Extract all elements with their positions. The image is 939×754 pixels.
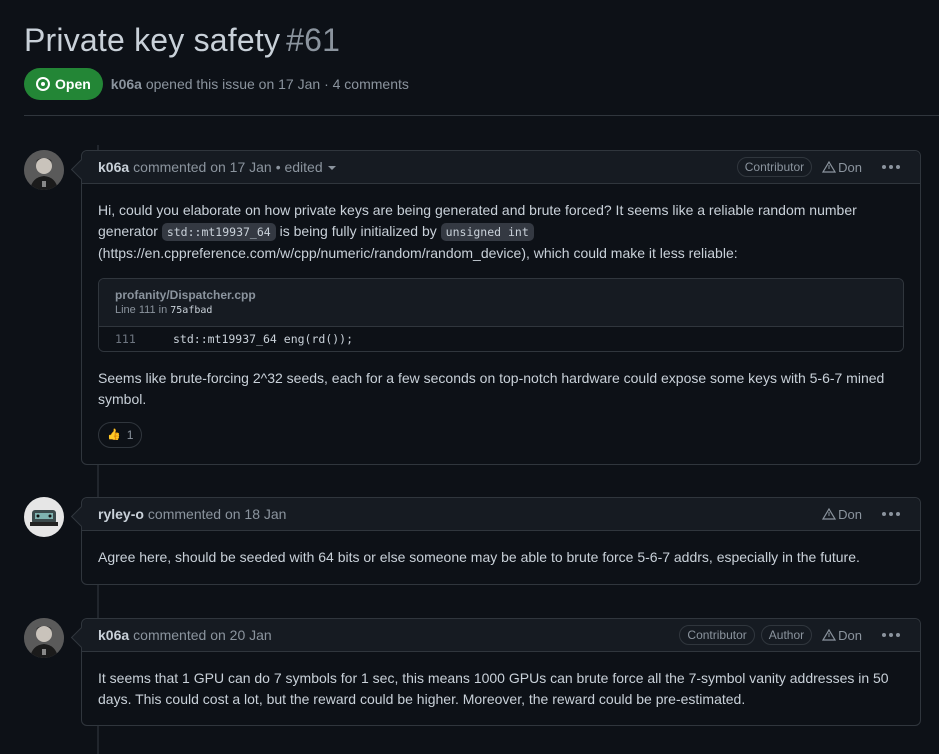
comment-header: k06a commented on 17 Jan • edited Contri… (82, 151, 920, 184)
avatar[interactable] (24, 618, 64, 658)
snippet-file-link[interactable]: profanity/Dispatcher.cpp (115, 287, 887, 303)
don-extension[interactable]: Don (822, 160, 862, 175)
thumbs-up-icon: 👍 (107, 428, 121, 441)
contributor-label: Contributor (679, 625, 755, 645)
comment-options-icon[interactable] (882, 633, 900, 637)
comment-timestamp[interactable]: commented on 20 Jan (133, 627, 272, 643)
status-badge-label: Open (55, 76, 91, 92)
comment-author[interactable]: k06a (98, 627, 129, 643)
status-badge: Open (24, 68, 103, 100)
line-number[interactable]: 111 (99, 329, 159, 350)
issue-status-row: Open k06a opened this issue on 17 Jan · … (24, 68, 409, 100)
comment-timestamp[interactable]: commented on 17 Jan (133, 159, 272, 175)
reaction-button[interactable]: 👍 1 (98, 422, 143, 448)
snippet-header: profanity/Dispatcher.cpp Line 111 in 75a… (99, 279, 903, 327)
comment-paragraph: It seems that 1 GPU can do 7 symbols for… (98, 670, 889, 707)
issue-opened-icon (36, 77, 50, 91)
comment-author[interactable]: ryley-o (98, 506, 144, 522)
comment-header: k06a commented on 20 Jan Contributor Aut… (82, 619, 920, 652)
avatar-k06a-icon (24, 150, 64, 190)
edited-dropdown[interactable]: • edited (276, 159, 336, 175)
comment-body: Hi, could you elaborate on how private k… (82, 184, 920, 464)
comment-paragraph: Hi, could you elaborate on how private k… (98, 202, 857, 261)
comment-1: k06a commented on 17 Jan • edited Contri… (24, 150, 921, 465)
comment-author[interactable]: k06a (98, 159, 129, 175)
inline-code: unsigned int (440, 223, 534, 241)
avatar[interactable] (24, 150, 64, 190)
reaction-count: 1 (126, 427, 134, 442)
avatar-ryley-o-icon (24, 497, 64, 537)
comment-box: k06a commented on 17 Jan • edited Contri… (81, 150, 921, 465)
code-snippet: profanity/Dispatcher.cpp Line 111 in 75a… (98, 278, 904, 352)
comment-options-icon[interactable] (882, 512, 900, 516)
comment-body: It seems that 1 GPU can do 7 symbols for… (82, 652, 920, 726)
chevron-down-icon (327, 166, 336, 171)
header-divider (24, 115, 939, 116)
commit-sha-link[interactable]: 75afbad (170, 305, 212, 316)
don-extension[interactable]: Don (822, 628, 862, 643)
snippet-line-info: Line 111 in 75afbad (115, 304, 213, 316)
comment-paragraph: Seems like brute-forcing 2^32 seeds, eac… (98, 370, 885, 407)
avatar[interactable] (24, 497, 64, 537)
snippet-code-row: 111 std::mt19937_64 eng(rd()); (99, 327, 903, 351)
comment-paragraph: Agree here, should be seeded with 64 bit… (98, 549, 860, 565)
comment-box: ryley-o commented on 18 Jan Don Agree he… (81, 497, 921, 585)
issue-meta: opened this issue on 17 Jan · 4 comments (145, 76, 409, 92)
issue-author-link[interactable]: k06a (111, 76, 142, 92)
warning-triangle-icon (822, 161, 837, 173)
comment-2: ryley-o commented on 18 Jan Don Agree he… (24, 497, 921, 585)
don-extension[interactable]: Don (822, 507, 862, 522)
avatar-k06a-icon (24, 618, 64, 658)
cppreference-link[interactable]: (https://en.cppreference.com/w/cpp/numer… (98, 245, 738, 261)
warning-triangle-icon (822, 629, 837, 641)
comment-box: k06a commented on 20 Jan Contributor Aut… (81, 618, 921, 726)
issue-number: #61 (286, 22, 341, 58)
author-label: Author (760, 625, 813, 645)
comment-3: k06a commented on 20 Jan Contributor Aut… (24, 618, 921, 726)
issue-title-text: Private key safety (24, 22, 281, 58)
comment-body: Agree here, should be seeded with 64 bit… (82, 531, 920, 584)
warning-triangle-icon (822, 508, 837, 520)
comment-timestamp[interactable]: commented on 18 Jan (148, 506, 287, 522)
inline-code: std::mt19937_64 (161, 223, 276, 241)
contributor-label: Contributor (736, 157, 813, 177)
comment-header: ryley-o commented on 18 Jan Don (82, 498, 920, 531)
comment-options-icon[interactable] (882, 165, 900, 169)
code-line: std::mt19937_64 eng(rd()); (173, 331, 354, 346)
issue-title: Private key safety #61 (24, 22, 340, 59)
